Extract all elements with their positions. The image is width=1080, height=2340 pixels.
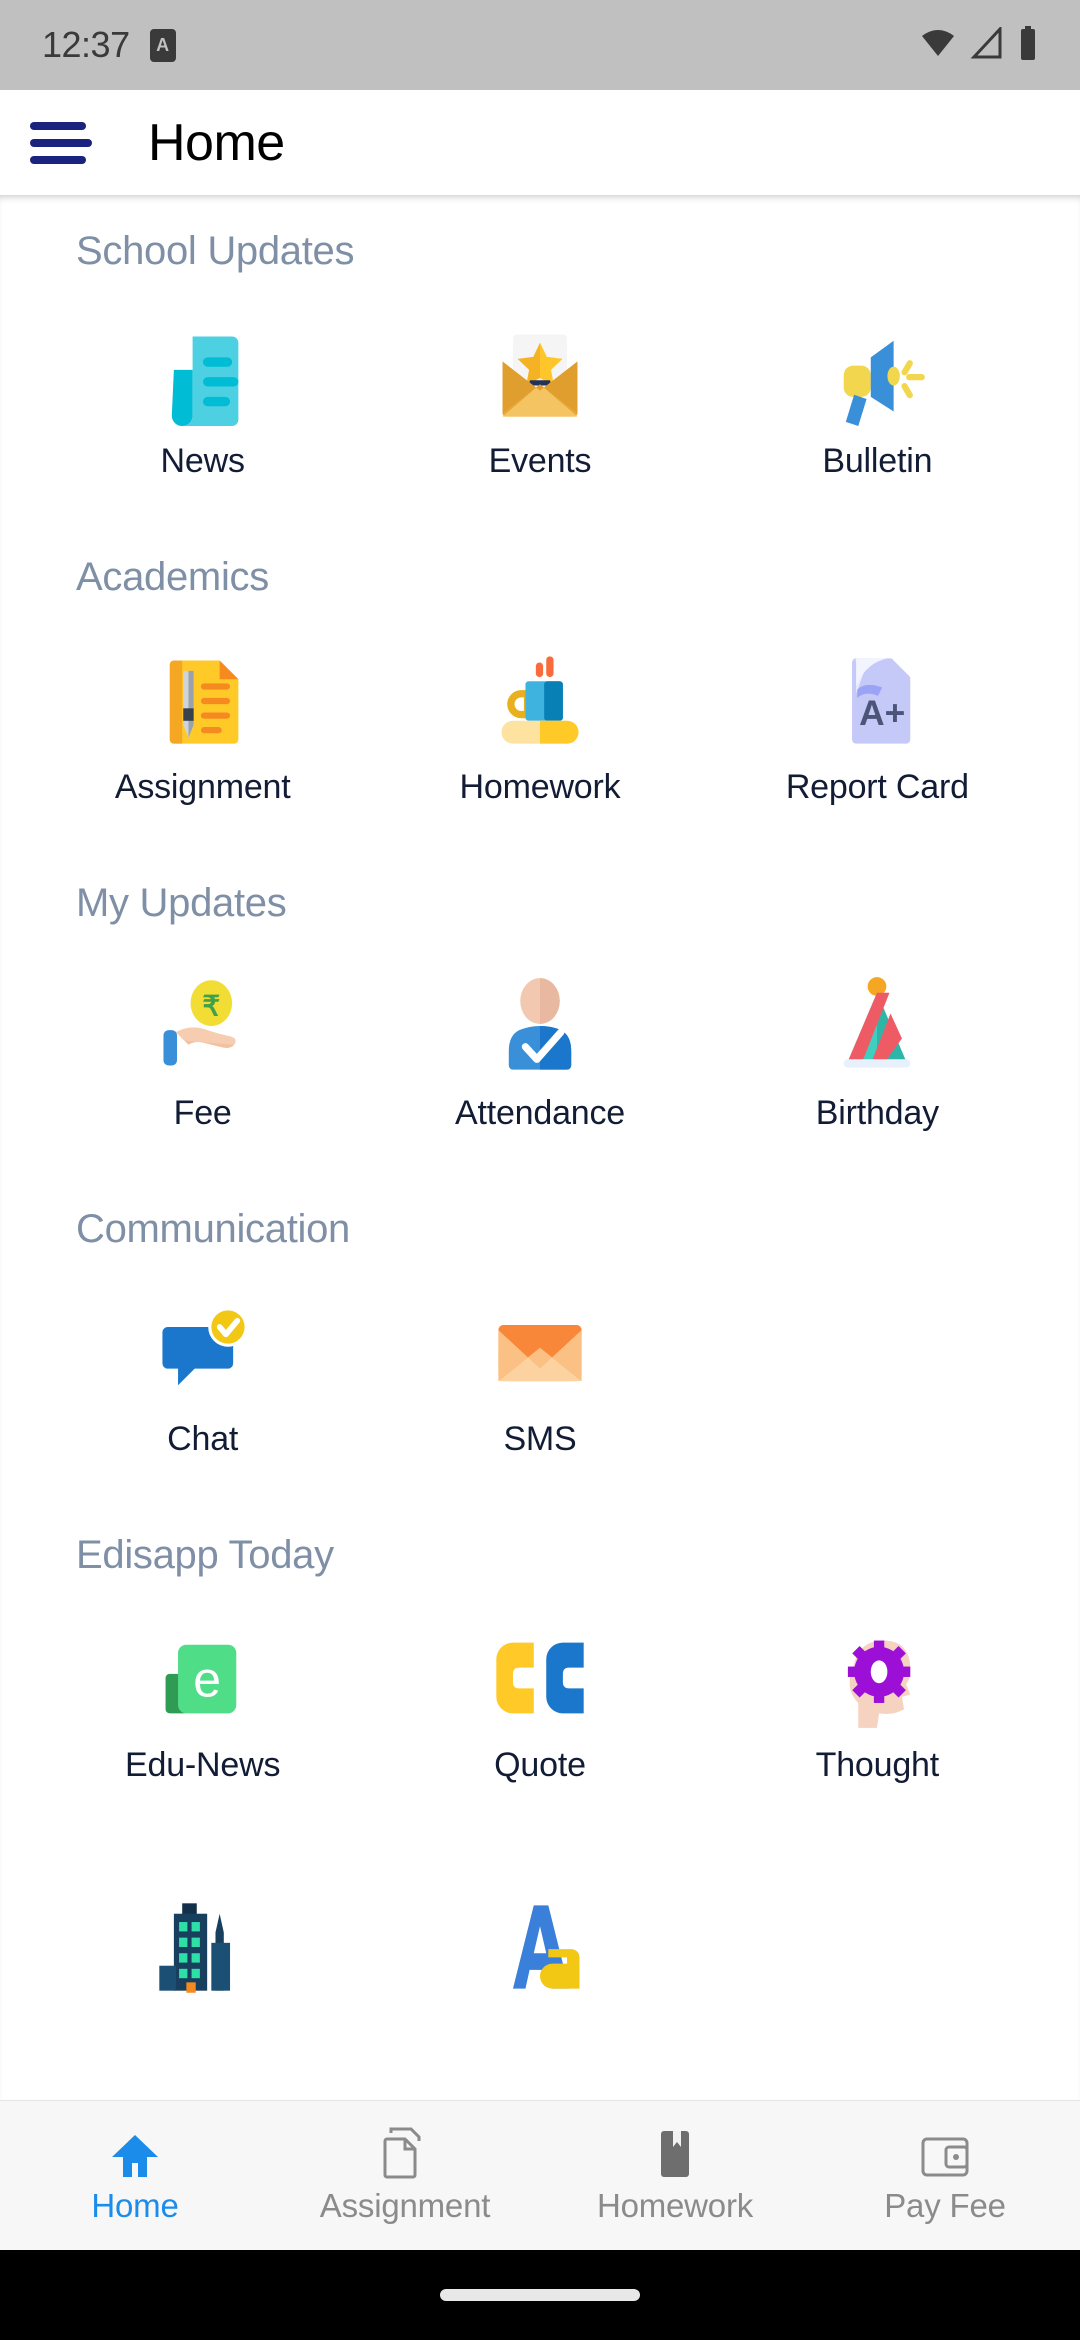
svg-text:A+: A+ xyxy=(859,694,905,733)
megaphone-icon xyxy=(825,322,929,426)
wifi-icon xyxy=(920,27,956,64)
tile-label: Assignment xyxy=(114,768,291,806)
orange-envelope-icon xyxy=(488,1300,592,1404)
tile-homework[interactable]: Homework xyxy=(371,648,708,807)
tile-label: Quote xyxy=(494,1746,586,1784)
nav-label: Homework xyxy=(596,2186,754,2224)
tile-grid: ₹ Fee Attendance Birthday xyxy=(0,974,1080,1133)
tile-label: Thought xyxy=(815,1746,940,1784)
nav-label: Pay Fee xyxy=(884,2186,1006,2224)
bottom-navigation: Home Assignment Homework Pay Fee xyxy=(0,2100,1080,2250)
tile-empty xyxy=(709,1895,1046,1999)
book-icon xyxy=(655,2127,695,2179)
copy-docs-icon xyxy=(381,2127,429,2179)
signal-icon xyxy=(970,24,1004,64)
status-bar: 12:37 A xyxy=(0,0,1080,90)
section-title: Edisapp Today xyxy=(76,1533,334,1577)
section-title: Academics xyxy=(76,555,269,599)
tile-label: Report Card xyxy=(785,768,969,806)
phone-screen: 12:37 A Home School Updates News Events … xyxy=(0,0,1080,2340)
tile-label: Fee xyxy=(173,1094,232,1132)
head-gear-icon xyxy=(825,1626,929,1730)
svg-text:₹: ₹ xyxy=(202,991,220,1022)
wallet-card-icon xyxy=(920,2127,970,2179)
tile-grid: e Edu-News Quote Thought xyxy=(0,1626,1080,1785)
tile-report-card[interactable]: A+ Report Card xyxy=(709,648,1046,807)
tile-label: Attendance xyxy=(454,1094,625,1132)
section-communication: Communication Chat SMS xyxy=(0,1207,1080,1459)
tile-grid: Chat SMS xyxy=(0,1300,1080,1459)
tile-label: News xyxy=(160,442,245,480)
app-bar: Home xyxy=(0,90,1080,195)
city-buildings-icon xyxy=(151,1895,255,1999)
nav-label: Assignment xyxy=(319,2186,491,2224)
section-school-updates: School Updates News Events Bulletin xyxy=(0,195,1080,481)
tile-quote[interactable]: Quote xyxy=(371,1626,708,1785)
person-check-icon xyxy=(488,974,592,1078)
section-title: Communication xyxy=(76,1207,350,1251)
tile-sms[interactable]: SMS xyxy=(371,1300,708,1459)
tile-bulletin[interactable]: Bulletin xyxy=(709,322,1046,481)
hand-rupee-coin-icon: ₹ xyxy=(151,974,255,1078)
tile-grid: Assignment Homework A+ Report Card xyxy=(0,648,1080,807)
gesture-pill[interactable] xyxy=(440,2289,640,2301)
section-my-updates: My Updates ₹ Fee Attendance Birthday xyxy=(0,881,1080,1133)
tile-thought[interactable]: Thought xyxy=(709,1626,1046,1785)
tile-grid: News Events Bulletin xyxy=(0,322,1080,481)
tile-label: Bulletin xyxy=(822,442,933,480)
section-title: My Updates xyxy=(76,881,287,925)
hamburger-line xyxy=(30,138,92,147)
tile-attendance[interactable]: Attendance xyxy=(371,974,708,1133)
tile-assignment[interactable]: Assignment xyxy=(34,648,371,807)
main-content[interactable]: School Updates News Events Bulletin Acad… xyxy=(0,195,1080,2100)
svg-text:e: e xyxy=(193,1652,221,1708)
nav-item-home[interactable]: Home xyxy=(0,2127,270,2225)
aa-letters-icon xyxy=(488,1895,592,1999)
status-bar-left: 12:37 A xyxy=(42,24,176,66)
partial-tile-row xyxy=(0,1895,1080,1999)
tile-chat[interactable]: Chat xyxy=(34,1300,371,1459)
tile-events[interactable]: Events xyxy=(371,322,708,481)
tile-label: SMS xyxy=(503,1420,577,1458)
hamburger-menu-icon[interactable] xyxy=(30,108,92,178)
tile-fee[interactable]: ₹ Fee xyxy=(34,974,371,1133)
page-title: Home xyxy=(148,113,285,172)
hamburger-line xyxy=(30,155,86,164)
green-e-tag-icon: e xyxy=(151,1626,255,1730)
nav-item-pay-fee[interactable]: Pay Fee xyxy=(810,2127,1080,2225)
nav-item-assignment[interactable]: Assignment xyxy=(270,2127,540,2225)
quotation-marks-icon xyxy=(488,1626,592,1730)
tile-label: Events xyxy=(488,442,592,480)
tile-aa[interactable] xyxy=(371,1895,708,1999)
tile-edu-news[interactable]: e Edu-News xyxy=(34,1626,371,1785)
nav-label: Home xyxy=(91,2186,179,2224)
chat-bubble-check-icon xyxy=(151,1300,255,1404)
tile-city[interactable] xyxy=(34,1895,371,1999)
a-plus-document-icon: A+ xyxy=(825,648,929,752)
tile-label: Edu-News xyxy=(125,1746,281,1784)
party-hat-icon xyxy=(825,974,929,1078)
envelope-star-icon xyxy=(488,322,592,426)
news-document-icon xyxy=(151,322,255,426)
tile-empty xyxy=(709,1300,1046,1459)
tile-birthday[interactable]: Birthday xyxy=(709,974,1046,1133)
document-pen-icon xyxy=(151,648,255,752)
tile-label: Homework xyxy=(459,768,621,806)
mug-books-icon xyxy=(488,648,592,752)
section-title: School Updates xyxy=(76,229,355,273)
battery-icon xyxy=(1018,25,1038,65)
section-academics: Academics Assignment Homework A+ Report … xyxy=(0,555,1080,807)
nav-item-homework[interactable]: Homework xyxy=(540,2127,810,2225)
tile-news[interactable]: News xyxy=(34,322,371,481)
status-bar-right xyxy=(920,24,1038,65)
gesture-navigation-bar xyxy=(0,2250,1080,2340)
home-icon xyxy=(110,2127,160,2179)
app-badge-icon: A xyxy=(149,28,176,62)
status-time: 12:37 xyxy=(42,24,130,65)
tile-label: Birthday xyxy=(815,1094,939,1132)
tile-label: Chat xyxy=(167,1420,239,1458)
section-edisapp-today: Edisapp Today e Edu-News Quote Thought xyxy=(0,1533,1080,1785)
hamburger-line xyxy=(30,121,86,130)
